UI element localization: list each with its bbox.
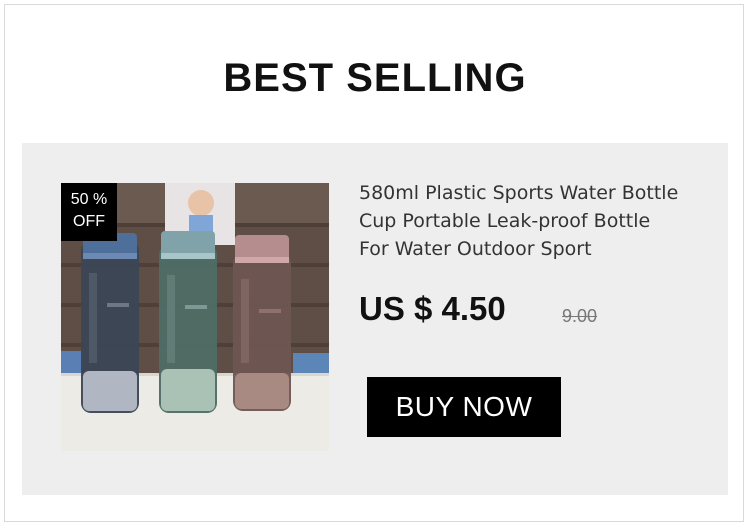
header: BEST SELLING: [0, 52, 750, 106]
discount-badge: 50 % OFF: [61, 183, 117, 241]
product-title[interactable]: 580ml Plastic Sports Water Bottle Cup Po…: [359, 179, 709, 263]
discount-percent: 50 %: [70, 191, 108, 208]
product-title-line: For Water Outdoor Sport: [359, 238, 592, 260]
product-title-line: 580ml Plastic Sports Water Bottle: [359, 182, 679, 204]
product-title-line: Cup Portable Leak-proof Bottle: [359, 210, 651, 232]
original-price: 9.00: [562, 306, 598, 326]
page-title: BEST SELLING: [217, 52, 533, 106]
sale-price: US $ 4.50: [359, 290, 506, 327]
product-card[interactable]: 50 % OFF 580ml Plastic Sports Water Bott…: [22, 143, 728, 495]
discount-off-label: OFF: [73, 213, 105, 230]
buy-now-button[interactable]: BUY NOW: [367, 377, 561, 437]
